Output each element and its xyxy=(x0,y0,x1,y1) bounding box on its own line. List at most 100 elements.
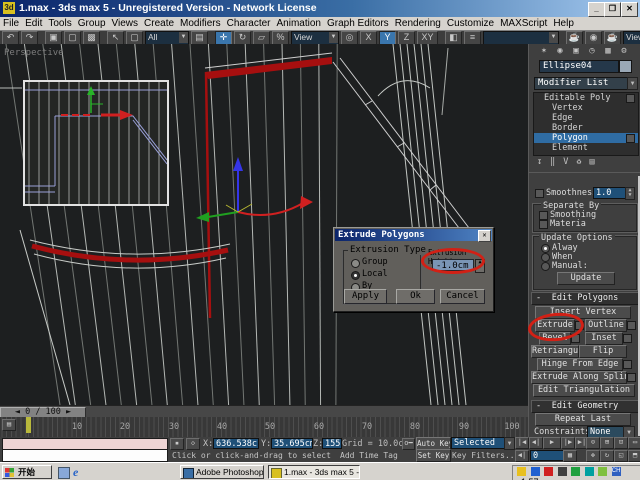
object-name-field[interactable]: Ellipse04 xyxy=(539,60,619,73)
internet-explorer-icon[interactable]: e xyxy=(73,465,85,478)
outline-settings-box[interactable] xyxy=(627,321,636,330)
region-select-icon[interactable]: ▢ xyxy=(126,31,143,45)
key-filters-button[interactable]: Key Filters... xyxy=(452,451,519,460)
stack-vertex[interactable]: Vertex xyxy=(534,103,638,113)
tray-icon[interactable] xyxy=(571,467,580,476)
update-button[interactable]: Update xyxy=(557,272,615,285)
chevron-down-icon[interactable]: ▼ xyxy=(549,32,558,43)
menu-create[interactable]: Create xyxy=(141,17,177,30)
dialog-close-icon[interactable]: ✕ xyxy=(478,230,491,242)
title-bar[interactable]: 3d 1.max - 3ds max 5 - Unregistered Vers… xyxy=(0,0,640,17)
coord-system-dropdown[interactable]: View▼ xyxy=(291,31,339,45)
ok-button[interactable]: Ok xyxy=(396,289,435,304)
menu-edit[interactable]: Edit xyxy=(22,17,45,30)
render-scene-icon[interactable]: ☕ xyxy=(566,31,583,45)
mirror-icon[interactable]: ◧ xyxy=(445,31,462,45)
perspective-viewport[interactable]: Perspective xyxy=(0,44,528,405)
extrude-along-spline-settings-box[interactable] xyxy=(627,373,636,382)
use-pivot-icon[interactable]: ◎ xyxy=(341,31,358,45)
repeat-last-button[interactable]: Repeat Last xyxy=(535,413,631,426)
set-key-button[interactable]: Set Key xyxy=(416,449,451,462)
move-icon[interactable]: ✛ xyxy=(215,31,232,45)
tab-hierarchy-icon[interactable]: ▣ xyxy=(569,45,583,57)
bevel-button[interactable]: Bevel xyxy=(539,332,571,345)
x-coord-field[interactable]: 636.538c xyxy=(213,438,259,449)
menu-maxscript[interactable]: MAXScript xyxy=(497,17,550,30)
menu-rendering[interactable]: Rendering xyxy=(392,17,444,30)
apply-button[interactable]: Apply xyxy=(344,289,387,304)
flip-button[interactable]: Flip xyxy=(579,345,627,358)
move-gizmo[interactable] xyxy=(196,157,313,222)
add-time-tag[interactable]: Add Time Tag xyxy=(340,451,398,460)
menu-character[interactable]: Character xyxy=(224,17,274,30)
z-coord-field[interactable]: 155.72cm xyxy=(322,438,342,449)
smoothness-value-field[interactable]: 1.0 xyxy=(593,187,627,199)
play-icon[interactable]: ▶ xyxy=(543,437,561,449)
smoothness-checkbox[interactable] xyxy=(535,189,544,198)
axis-z-button[interactable]: Z xyxy=(398,31,415,45)
inset-button[interactable]: Inset xyxy=(585,332,623,345)
zoom-region-icon[interactable]: ▭ xyxy=(628,437,640,449)
stack-polygon[interactable]: Polygon xyxy=(534,133,638,143)
axis-xy-button[interactable]: XY xyxy=(417,31,438,45)
tab-utilities-icon[interactable]: ⚙ xyxy=(617,45,631,57)
axis-x-button[interactable]: X xyxy=(360,31,377,45)
pin-stack-icon[interactable]: ↧ xyxy=(537,157,542,167)
undo-icon[interactable]: ↶ xyxy=(2,31,19,45)
edit-polygons-rollout[interactable]: -Edit Polygons xyxy=(531,292,639,305)
chevron-down-icon[interactable]: ▼ xyxy=(627,77,638,90)
zoom-all-icon[interactable]: ⊞ xyxy=(600,437,614,449)
group-radio[interactable] xyxy=(351,259,360,268)
snap-percent-icon[interactable]: % xyxy=(272,31,289,45)
tray-icon[interactable] xyxy=(585,467,594,476)
restore-button[interactable]: ❐ xyxy=(604,2,621,17)
tab-motion-icon[interactable]: ◷ xyxy=(585,45,599,57)
extrude-button[interactable]: Extrude xyxy=(535,319,575,332)
task-3dsmax[interactable]: 1.max - 3ds max 5 - Unre... xyxy=(268,465,360,479)
select-object-icon[interactable]: ↖ xyxy=(107,31,124,45)
smoothing-checkbox[interactable] xyxy=(539,211,548,220)
minimize-button[interactable]: _ xyxy=(588,2,605,17)
selection-filter-dropdown[interactable]: All▼ xyxy=(145,31,189,45)
unlink-icon[interactable]: ▢ xyxy=(64,31,81,45)
tab-modify-icon[interactable]: ◉ xyxy=(553,45,567,57)
tray-icon[interactable] xyxy=(544,467,553,476)
tab-create-icon[interactable]: ✶ xyxy=(537,45,551,57)
viewport-label[interactable]: Perspective xyxy=(4,48,64,58)
stack-toggle-box[interactable] xyxy=(626,94,635,103)
key-mode-dropdown[interactable]: Selected xyxy=(451,437,507,449)
track-bar[interactable]: ▤ 10 20 30 40 50 60 70 80 90 100 xyxy=(0,417,528,437)
volume-icon[interactable] xyxy=(517,467,526,476)
render-last-icon[interactable]: ☕ xyxy=(604,31,621,45)
cancel-button[interactable]: Cancel xyxy=(440,289,485,304)
language-indicator[interactable]: CH xyxy=(612,467,621,476)
menu-customize[interactable]: Customize xyxy=(444,17,497,30)
listener-field[interactable] xyxy=(2,449,168,462)
zoom-extents-icon[interactable]: ⊡ xyxy=(614,437,628,449)
bevel-settings-box[interactable] xyxy=(571,334,580,343)
menu-modifiers[interactable]: Modifiers xyxy=(177,17,224,30)
arc-rotate-icon[interactable]: ↻ xyxy=(600,450,614,462)
render-type-dropdown[interactable]: View▼ xyxy=(623,31,640,45)
menu-help[interactable]: Help xyxy=(550,17,577,30)
align-icon[interactable]: ≡ xyxy=(464,31,481,45)
prev-frame-icon[interactable]: ◀| xyxy=(529,437,543,449)
hinge-settings-box[interactable] xyxy=(623,360,632,369)
show-desktop-icon[interactable] xyxy=(58,467,70,479)
extrusion-height-field[interactable]: -1.0cm xyxy=(432,259,474,271)
extrude-polygons-dialog[interactable]: Extrude Polygons ✕ Extrusion Type Group … xyxy=(333,227,494,312)
menu-group[interactable]: Group xyxy=(75,17,109,30)
start-button[interactable]: 开始 xyxy=(2,465,52,479)
current-frame-field[interactable]: 0 xyxy=(530,450,564,461)
always-radio[interactable] xyxy=(541,244,550,253)
select-by-name-icon[interactable]: ▤ xyxy=(191,31,208,45)
stack-border[interactable]: Border xyxy=(534,123,638,133)
extrusion-height-spinner[interactable]: ▲▼ xyxy=(475,259,485,273)
modifier-list-dropdown[interactable]: Modifier List xyxy=(534,77,629,90)
smoothness-spinner[interactable]: ▲▼ xyxy=(625,187,635,200)
scale-icon[interactable]: ▱ xyxy=(253,31,270,45)
manual-radio[interactable] xyxy=(541,262,550,271)
rotate-icon[interactable]: ↻ xyxy=(234,31,251,45)
menu-graph-editors[interactable]: Graph Editors xyxy=(324,17,392,30)
configure-stack-icon[interactable]: ▤ xyxy=(590,157,595,167)
